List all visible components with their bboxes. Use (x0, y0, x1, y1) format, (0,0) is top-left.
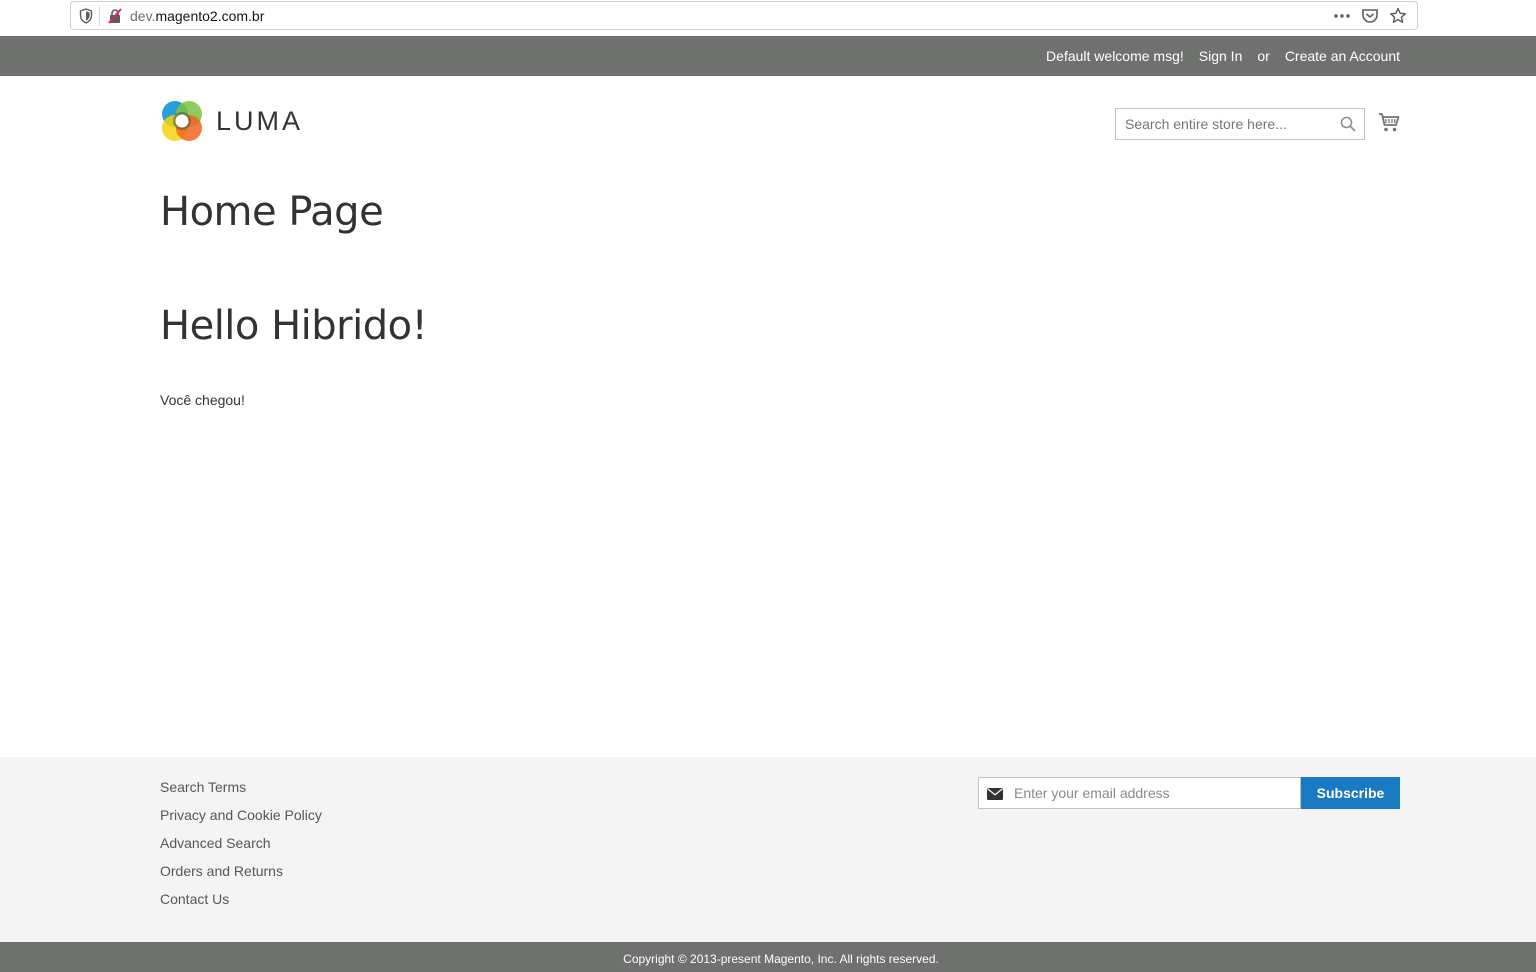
search-icon[interactable] (1340, 116, 1356, 132)
store-logo[interactable]: LUMA (160, 99, 306, 143)
sign-in-link[interactable]: Sign In (1199, 48, 1243, 64)
newsletter-email-input[interactable] (1014, 778, 1294, 808)
more-options-icon[interactable] (1333, 7, 1351, 25)
footer-link-advanced-search[interactable]: Advanced Search (160, 833, 322, 861)
url-bar[interactable]: dev.magento2.com.br (70, 1, 1418, 30)
url-actions (1333, 7, 1407, 25)
page-footer: Search Terms Privacy and Cookie Policy A… (0, 757, 1536, 942)
copyright-bar: Copyright © 2013-present Magento, Inc. A… (0, 942, 1536, 972)
or-text: or (1257, 48, 1270, 64)
tracking-shield-icon[interactable] (79, 8, 93, 24)
pocket-icon[interactable] (1361, 7, 1379, 25)
page-title: Home Page (160, 189, 384, 235)
create-account-link[interactable]: Create an Account (1285, 48, 1400, 64)
url-subdomain: dev. (130, 8, 156, 24)
panel-header: Default welcome msg! Sign In or Create a… (0, 36, 1536, 76)
content-paragraph: Você chegou! (160, 392, 245, 408)
content-heading: Hello Hibrido! (160, 303, 428, 349)
luma-logo-icon (162, 101, 202, 141)
url-domain: magento2.com.br (155, 8, 265, 24)
copyright-text: Copyright © 2013-present Magento, Inc. A… (623, 952, 939, 966)
search-box (1115, 108, 1365, 140)
search-input[interactable] (1116, 109, 1349, 139)
subscribe-button[interactable]: Subscribe (1301, 777, 1400, 809)
footer-link-orders-returns[interactable]: Orders and Returns (160, 861, 322, 889)
url-text[interactable]: dev.magento2.com.br (130, 8, 264, 24)
footer-link-contact-us[interactable]: Contact Us (160, 889, 322, 917)
footer-link-privacy-policy[interactable]: Privacy and Cookie Policy (160, 805, 322, 833)
bookmark-star-icon[interactable] (1389, 7, 1407, 25)
footer-links: Search Terms Privacy and Cookie Policy A… (160, 777, 322, 917)
logo-text: LUMA (216, 105, 304, 136)
welcome-message: Default welcome msg! (1046, 48, 1184, 64)
header-links: Default welcome msg! Sign In or Create a… (1046, 48, 1400, 64)
browser-toolbar: dev.magento2.com.br (0, 0, 1536, 36)
url-separator (99, 6, 100, 26)
newsletter-form: Subscribe (978, 777, 1400, 809)
newsletter-field (978, 777, 1301, 809)
footer-link-search-terms[interactable]: Search Terms (160, 777, 322, 805)
shopping-cart-icon[interactable] (1378, 110, 1400, 134)
envelope-icon (987, 788, 1003, 800)
insecure-lock-icon[interactable] (107, 8, 123, 24)
